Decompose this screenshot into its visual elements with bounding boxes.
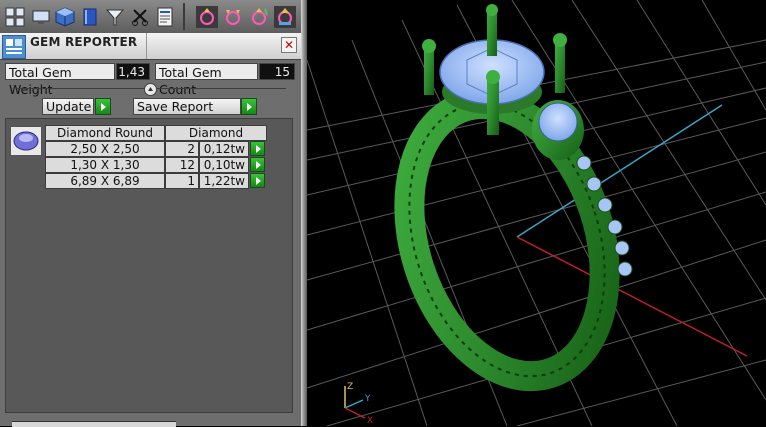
row-size: 6,89 X 6,89 (45, 173, 165, 189)
layout-icon[interactable] (5, 7, 25, 27)
diamond-round-thumbnail-icon[interactable] (10, 126, 42, 156)
toolbar (0, 0, 301, 33)
update-arrow-icon[interactable] (95, 98, 111, 115)
total-gem-count-value: 15 (259, 63, 295, 80)
panel-title-bar: GEM REPORTER ✕ (0, 33, 301, 60)
row-size: 1,30 X 1,30 (45, 157, 165, 173)
row-select-arrow-icon[interactable] (250, 173, 265, 188)
row-count: 1 (165, 173, 199, 189)
report-sheet-icon[interactable] (155, 7, 175, 27)
axis-label-y: Y (364, 394, 371, 404)
collapse-knob[interactable] (144, 83, 157, 96)
row-select-arrow-icon[interactable] (250, 157, 265, 172)
toolbar-separator (183, 3, 185, 30)
ring-gizmo-icon[interactable] (196, 6, 218, 28)
row-select-arrow-icon[interactable] (250, 141, 265, 156)
cube-icon[interactable] (55, 7, 75, 27)
x-axis-line (516, 236, 748, 357)
ring-model[interactable] (376, 4, 638, 402)
gem-reporter-logo-icon (2, 35, 26, 59)
row-weight: 0,10tw (199, 157, 249, 173)
axis-label-x: X (367, 416, 373, 426)
save-report-arrow-icon[interactable] (241, 98, 257, 115)
row-count: 12 (165, 157, 199, 173)
row-weight: 0,12tw (199, 141, 249, 157)
ring-gizmo-icon[interactable] (222, 6, 244, 28)
3d-viewport[interactable]: Z Y X (307, 0, 766, 426)
ring-gizmo-icon[interactable] (274, 6, 296, 28)
row-weight: 1,22tw (199, 173, 249, 189)
horizontal-scrollbar[interactable] (12, 421, 176, 427)
total-gem-weight-label: Total Gem Weight (5, 63, 115, 97)
update-button[interactable]: Update (42, 98, 94, 115)
filter-icon[interactable] (105, 7, 125, 27)
total-gem-weight-value: 1,43 (116, 63, 150, 80)
row-size: 2,50 X 2,50 (45, 141, 165, 157)
ring-gizmo-icon[interactable] (248, 6, 270, 28)
close-icon[interactable]: ✕ (281, 37, 297, 53)
title-divider (146, 33, 147, 59)
scissors-icon[interactable] (130, 7, 150, 27)
book-icon[interactable] (80, 7, 100, 27)
row-count: 2 (165, 141, 199, 157)
header-shape: Diamond Round (45, 125, 165, 141)
monitor-icon[interactable] (31, 7, 51, 27)
total-gem-count-label: Total Gem Count (155, 63, 258, 97)
viewport-canvas: Z Y X (307, 0, 766, 426)
header-material: Diamond (165, 125, 267, 141)
panel-title: GEM REPORTER (30, 35, 138, 49)
save-report-button[interactable]: Save Report (133, 98, 241, 115)
axis-label-z: Z (347, 382, 353, 392)
